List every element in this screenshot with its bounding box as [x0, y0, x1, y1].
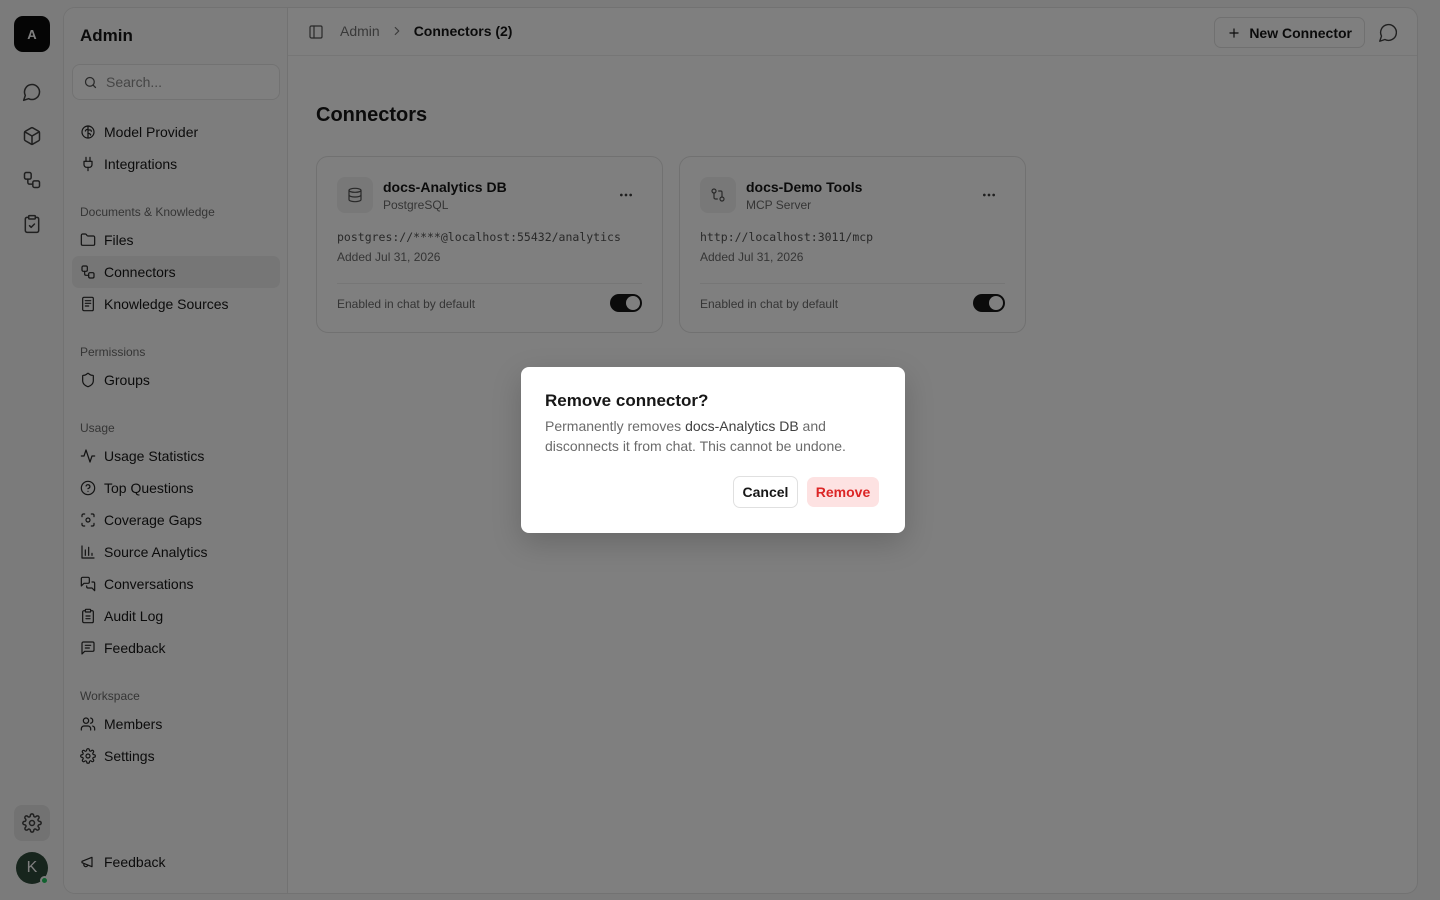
- dialog-body-prefix: Permanently removes: [545, 418, 686, 434]
- remove-connector-dialog: Remove connector? Permanently removes do…: [521, 367, 905, 533]
- cancel-button[interactable]: Cancel: [733, 476, 798, 508]
- dialog-description: Permanently removes docs-Analytics DB an…: [545, 416, 881, 456]
- dialog-connector-name: docs-Analytics DB: [685, 418, 799, 434]
- remove-button[interactable]: Remove: [807, 477, 879, 507]
- dialog-title: Remove connector?: [545, 391, 709, 410]
